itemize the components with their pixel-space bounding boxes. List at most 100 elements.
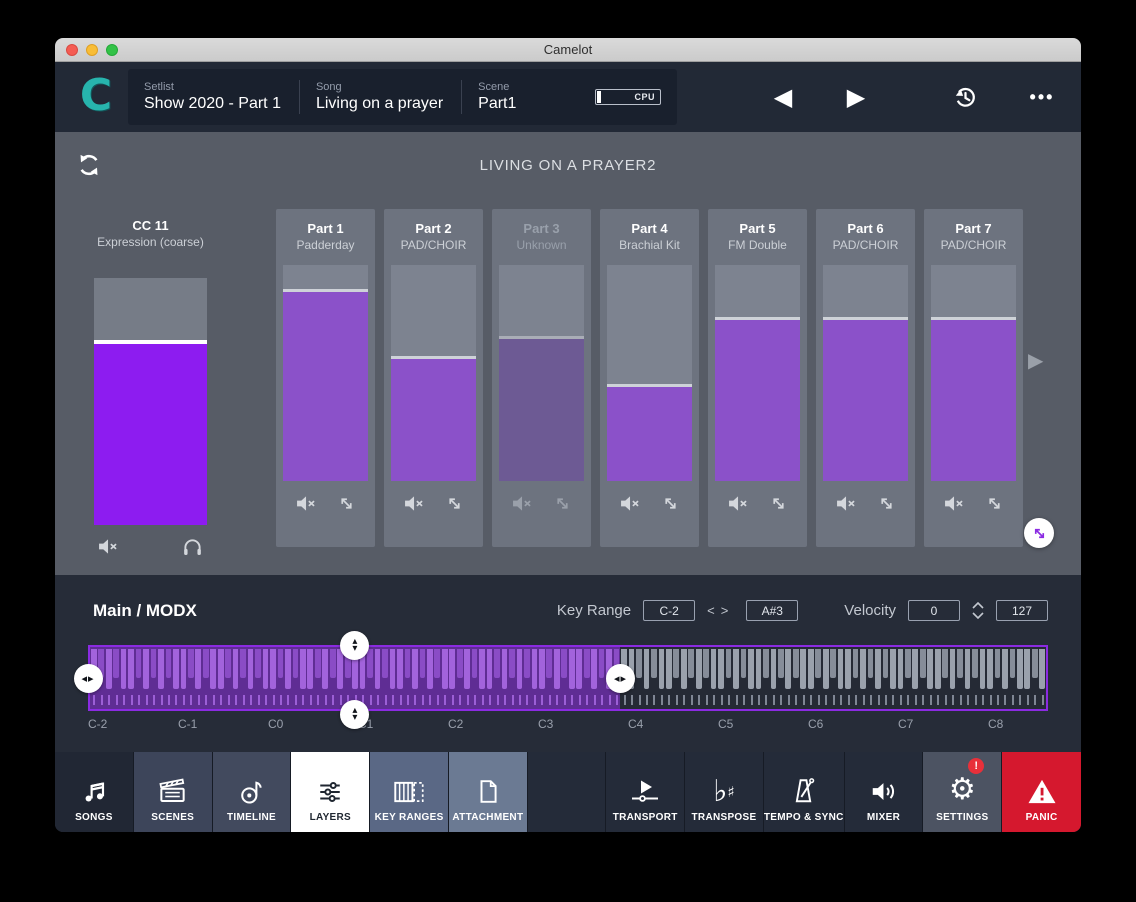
keyboard-key[interactable] bbox=[986, 647, 993, 709]
keyboard-key[interactable] bbox=[165, 647, 172, 709]
keyboard-key[interactable] bbox=[740, 647, 747, 709]
keyboard-key[interactable] bbox=[598, 647, 605, 709]
keyboard-key[interactable] bbox=[829, 647, 836, 709]
keyboard-key[interactable] bbox=[471, 647, 478, 709]
keyboard-key[interactable] bbox=[366, 647, 373, 709]
velocity-min-field[interactable]: 0 bbox=[908, 600, 960, 621]
keyboard-key[interactable] bbox=[762, 647, 769, 709]
key-range-low-handle[interactable]: ◂▸ bbox=[74, 664, 103, 693]
keyboard-key[interactable] bbox=[411, 647, 418, 709]
expand-icon[interactable] bbox=[662, 495, 679, 512]
expand-icon[interactable] bbox=[554, 495, 571, 512]
keyboard-key[interactable] bbox=[695, 647, 702, 709]
expand-icon[interactable] bbox=[338, 495, 355, 512]
key-range-shift-buttons[interactable]: <> bbox=[707, 603, 734, 618]
keyboard-key[interactable] bbox=[210, 647, 217, 709]
mute-icon[interactable] bbox=[296, 495, 317, 512]
keyboard-key[interactable] bbox=[904, 647, 911, 709]
keyboard-key[interactable] bbox=[994, 647, 1001, 709]
keyboard-key[interactable] bbox=[217, 647, 224, 709]
keyboard-key[interactable] bbox=[127, 647, 134, 709]
keyboard-key[interactable] bbox=[919, 647, 926, 709]
keyboard-key[interactable] bbox=[807, 647, 814, 709]
tab-attachment[interactable]: ATTACHMENT bbox=[449, 752, 528, 832]
keyboard-key[interactable] bbox=[538, 647, 545, 709]
keyboard-key[interactable] bbox=[650, 647, 657, 709]
expand-icon[interactable] bbox=[770, 495, 787, 512]
keyboard-key[interactable] bbox=[180, 647, 187, 709]
keyboard-key[interactable] bbox=[568, 647, 575, 709]
keyboard-key[interactable] bbox=[867, 647, 874, 709]
key-range-low-field[interactable]: C-2 bbox=[643, 600, 695, 621]
keyboard-key[interactable] bbox=[800, 647, 807, 709]
keyboard-key[interactable] bbox=[202, 647, 209, 709]
more-menu-button[interactable]: ••• bbox=[1017, 62, 1067, 132]
keyboard-key[interactable] bbox=[508, 647, 515, 709]
keyboard-key[interactable] bbox=[717, 647, 724, 709]
tab-mixer[interactable]: MIXER bbox=[845, 752, 924, 832]
tab-key-ranges[interactable]: KEY RANGES bbox=[370, 752, 449, 832]
keyboard-key[interactable] bbox=[770, 647, 777, 709]
keyboard-key[interactable] bbox=[852, 647, 859, 709]
next-scene-button[interactable]: ▶ bbox=[834, 62, 878, 132]
tab-timeline[interactable]: TIMELINE bbox=[213, 752, 292, 832]
velocity-max-field[interactable]: 127 bbox=[996, 600, 1048, 621]
keyboard-key[interactable] bbox=[247, 647, 254, 709]
keyboard-key[interactable] bbox=[486, 647, 493, 709]
song-selector[interactable]: Song Living on a prayer bbox=[300, 81, 461, 113]
expand-icon[interactable] bbox=[986, 495, 1003, 512]
keyboard-key[interactable] bbox=[277, 647, 284, 709]
expand-icon[interactable] bbox=[878, 495, 895, 512]
close-window-button[interactable] bbox=[66, 44, 78, 56]
keyboard-key[interactable] bbox=[232, 647, 239, 709]
keyboard-key[interactable] bbox=[575, 647, 582, 709]
keyboard-key[interactable] bbox=[747, 647, 754, 709]
keyboard-key[interactable] bbox=[1001, 647, 1008, 709]
keyboard-key[interactable] bbox=[1016, 647, 1023, 709]
keyboard-key[interactable] bbox=[284, 647, 291, 709]
keyboard-key[interactable] bbox=[493, 647, 500, 709]
keyboard-key[interactable] bbox=[1031, 647, 1038, 709]
keyboard-key[interactable] bbox=[837, 647, 844, 709]
keyboard-key[interactable] bbox=[927, 647, 934, 709]
keyboard-key[interactable] bbox=[665, 647, 672, 709]
keyboard-key[interactable] bbox=[964, 647, 971, 709]
keyboard-key[interactable] bbox=[956, 647, 963, 709]
part-fader[interactable] bbox=[715, 265, 800, 481]
keyboard-key[interactable] bbox=[449, 647, 456, 709]
keyboard-key[interactable] bbox=[501, 647, 508, 709]
part-fader[interactable] bbox=[931, 265, 1016, 481]
tab-transpose[interactable]: ♭♯ TRANSPOSE bbox=[685, 752, 764, 832]
tab-panic[interactable]: PANIC bbox=[1002, 752, 1081, 832]
keyboard-key[interactable] bbox=[889, 647, 896, 709]
keyboard-key[interactable] bbox=[516, 647, 523, 709]
keyboard-key[interactable] bbox=[396, 647, 403, 709]
keyboard-key[interactable] bbox=[404, 647, 411, 709]
keyboard-key[interactable] bbox=[785, 647, 792, 709]
keyboard-key[interactable] bbox=[224, 647, 231, 709]
part-fader[interactable] bbox=[823, 265, 908, 481]
velocity-bottom-handle[interactable]: ▴▾ bbox=[340, 700, 369, 729]
keyboard-key[interactable] bbox=[1039, 647, 1046, 709]
keyboard-key[interactable] bbox=[874, 647, 881, 709]
keyboard-key[interactable] bbox=[135, 647, 142, 709]
keyboard-key[interactable] bbox=[710, 647, 717, 709]
tab-tempo-sync[interactable]: TEMPO & SYNC bbox=[764, 752, 845, 832]
keyboard-key[interactable] bbox=[262, 647, 269, 709]
keyboard-key[interactable] bbox=[195, 647, 202, 709]
setlist-selector[interactable]: Setlist Show 2020 - Part 1 bbox=[128, 81, 299, 113]
part-fader[interactable] bbox=[283, 265, 368, 481]
master-fader[interactable] bbox=[94, 278, 207, 525]
keyboard-key[interactable] bbox=[523, 647, 530, 709]
keyboard-key[interactable] bbox=[882, 647, 889, 709]
keyboard-key[interactable] bbox=[971, 647, 978, 709]
keyboard-key[interactable] bbox=[1024, 647, 1031, 709]
keyboard-key[interactable] bbox=[688, 647, 695, 709]
keyboard-key[interactable] bbox=[702, 647, 709, 709]
keyboard-key[interactable] bbox=[322, 647, 329, 709]
keyboard-key[interactable] bbox=[112, 647, 119, 709]
keyboard-key[interactable] bbox=[187, 647, 194, 709]
key-range-high-field[interactable]: A#3 bbox=[746, 600, 798, 621]
mute-icon[interactable] bbox=[404, 495, 425, 512]
mute-icon[interactable] bbox=[944, 495, 965, 512]
